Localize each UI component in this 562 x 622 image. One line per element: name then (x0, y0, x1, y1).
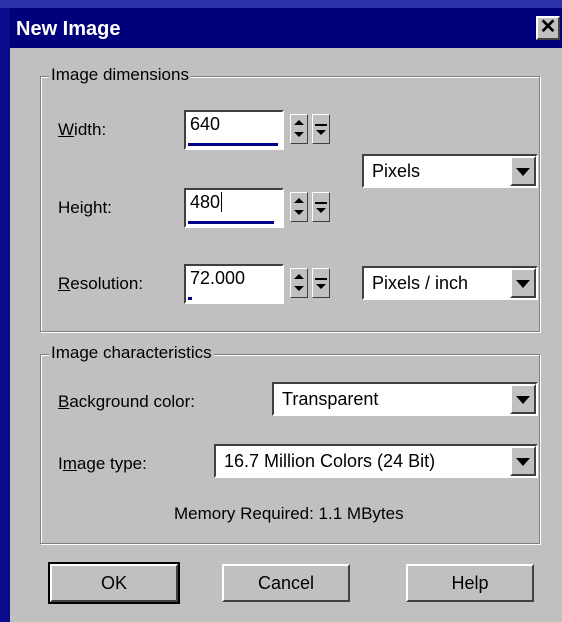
width-field[interactable]: 640 (184, 110, 284, 150)
background-color-dropdown[interactable]: Transparent (272, 382, 538, 416)
resolution-field[interactable]: 72.000 (184, 264, 284, 304)
help-button[interactable]: Help (406, 564, 534, 602)
height-spinner[interactable] (290, 192, 330, 222)
resolution-spinner[interactable] (290, 268, 330, 298)
chevron-down-icon[interactable] (510, 446, 536, 476)
memory-required-text: Memory Required: 1.1 MBytes (174, 504, 404, 523)
height-progress-bar (188, 221, 274, 224)
cancel-button[interactable]: Cancel (222, 564, 350, 602)
units-value: Pixels (372, 161, 421, 181)
width-progress-bar (188, 143, 278, 146)
width-spin-slider-icon[interactable] (312, 114, 330, 144)
height-field[interactable]: 480 (184, 188, 284, 228)
resolution-units-value: Pixels / inch (372, 273, 469, 293)
chevron-down-icon[interactable] (510, 384, 536, 414)
resolution-spin-up-down-icon[interactable] (290, 268, 308, 298)
new-image-dialog: New Image ✕ Image dimensions Width: 640 … (7, 8, 562, 622)
width-spinner[interactable] (290, 114, 330, 144)
chevron-down-icon[interactable] (510, 268, 536, 298)
height-value: 480 (190, 192, 221, 212)
resolution-label: Resolution: (58, 274, 144, 293)
width-label: Width: (58, 120, 107, 139)
chevron-down-icon[interactable] (510, 156, 536, 186)
resolution-progress-bar (188, 297, 192, 300)
width-value: 640 (190, 114, 221, 134)
units-dropdown[interactable]: Pixels (362, 154, 538, 188)
background-window-strip (0, 0, 562, 8)
resolution-value: 72.000 (190, 268, 246, 288)
background-color-value: Transparent (282, 389, 379, 409)
background-color-label: Background color: (58, 392, 196, 411)
image-type-value: 16.7 Million Colors (24 Bit) (224, 451, 436, 471)
close-button[interactable]: ✕ (536, 16, 560, 40)
image-type-label: Image type: (58, 454, 147, 473)
height-spin-slider-icon[interactable] (312, 192, 330, 222)
image-characteristics-legend: Image characteristics (49, 343, 214, 363)
ok-button[interactable]: OK (48, 562, 180, 604)
resolution-units-dropdown[interactable]: Pixels / inch (362, 266, 538, 300)
dialog-title: New Image (16, 18, 121, 40)
image-dimensions-legend: Image dimensions (49, 65, 191, 85)
image-type-dropdown[interactable]: 16.7 Million Colors (24 Bit) (214, 444, 538, 478)
width-spin-up-down-icon[interactable] (290, 114, 308, 144)
title-bar: New Image ✕ (10, 8, 562, 48)
height-label: Height: (58, 198, 112, 217)
height-spin-up-down-icon[interactable] (290, 192, 308, 222)
resolution-spin-slider-icon[interactable] (312, 268, 330, 298)
close-icon: ✕ (539, 16, 557, 38)
